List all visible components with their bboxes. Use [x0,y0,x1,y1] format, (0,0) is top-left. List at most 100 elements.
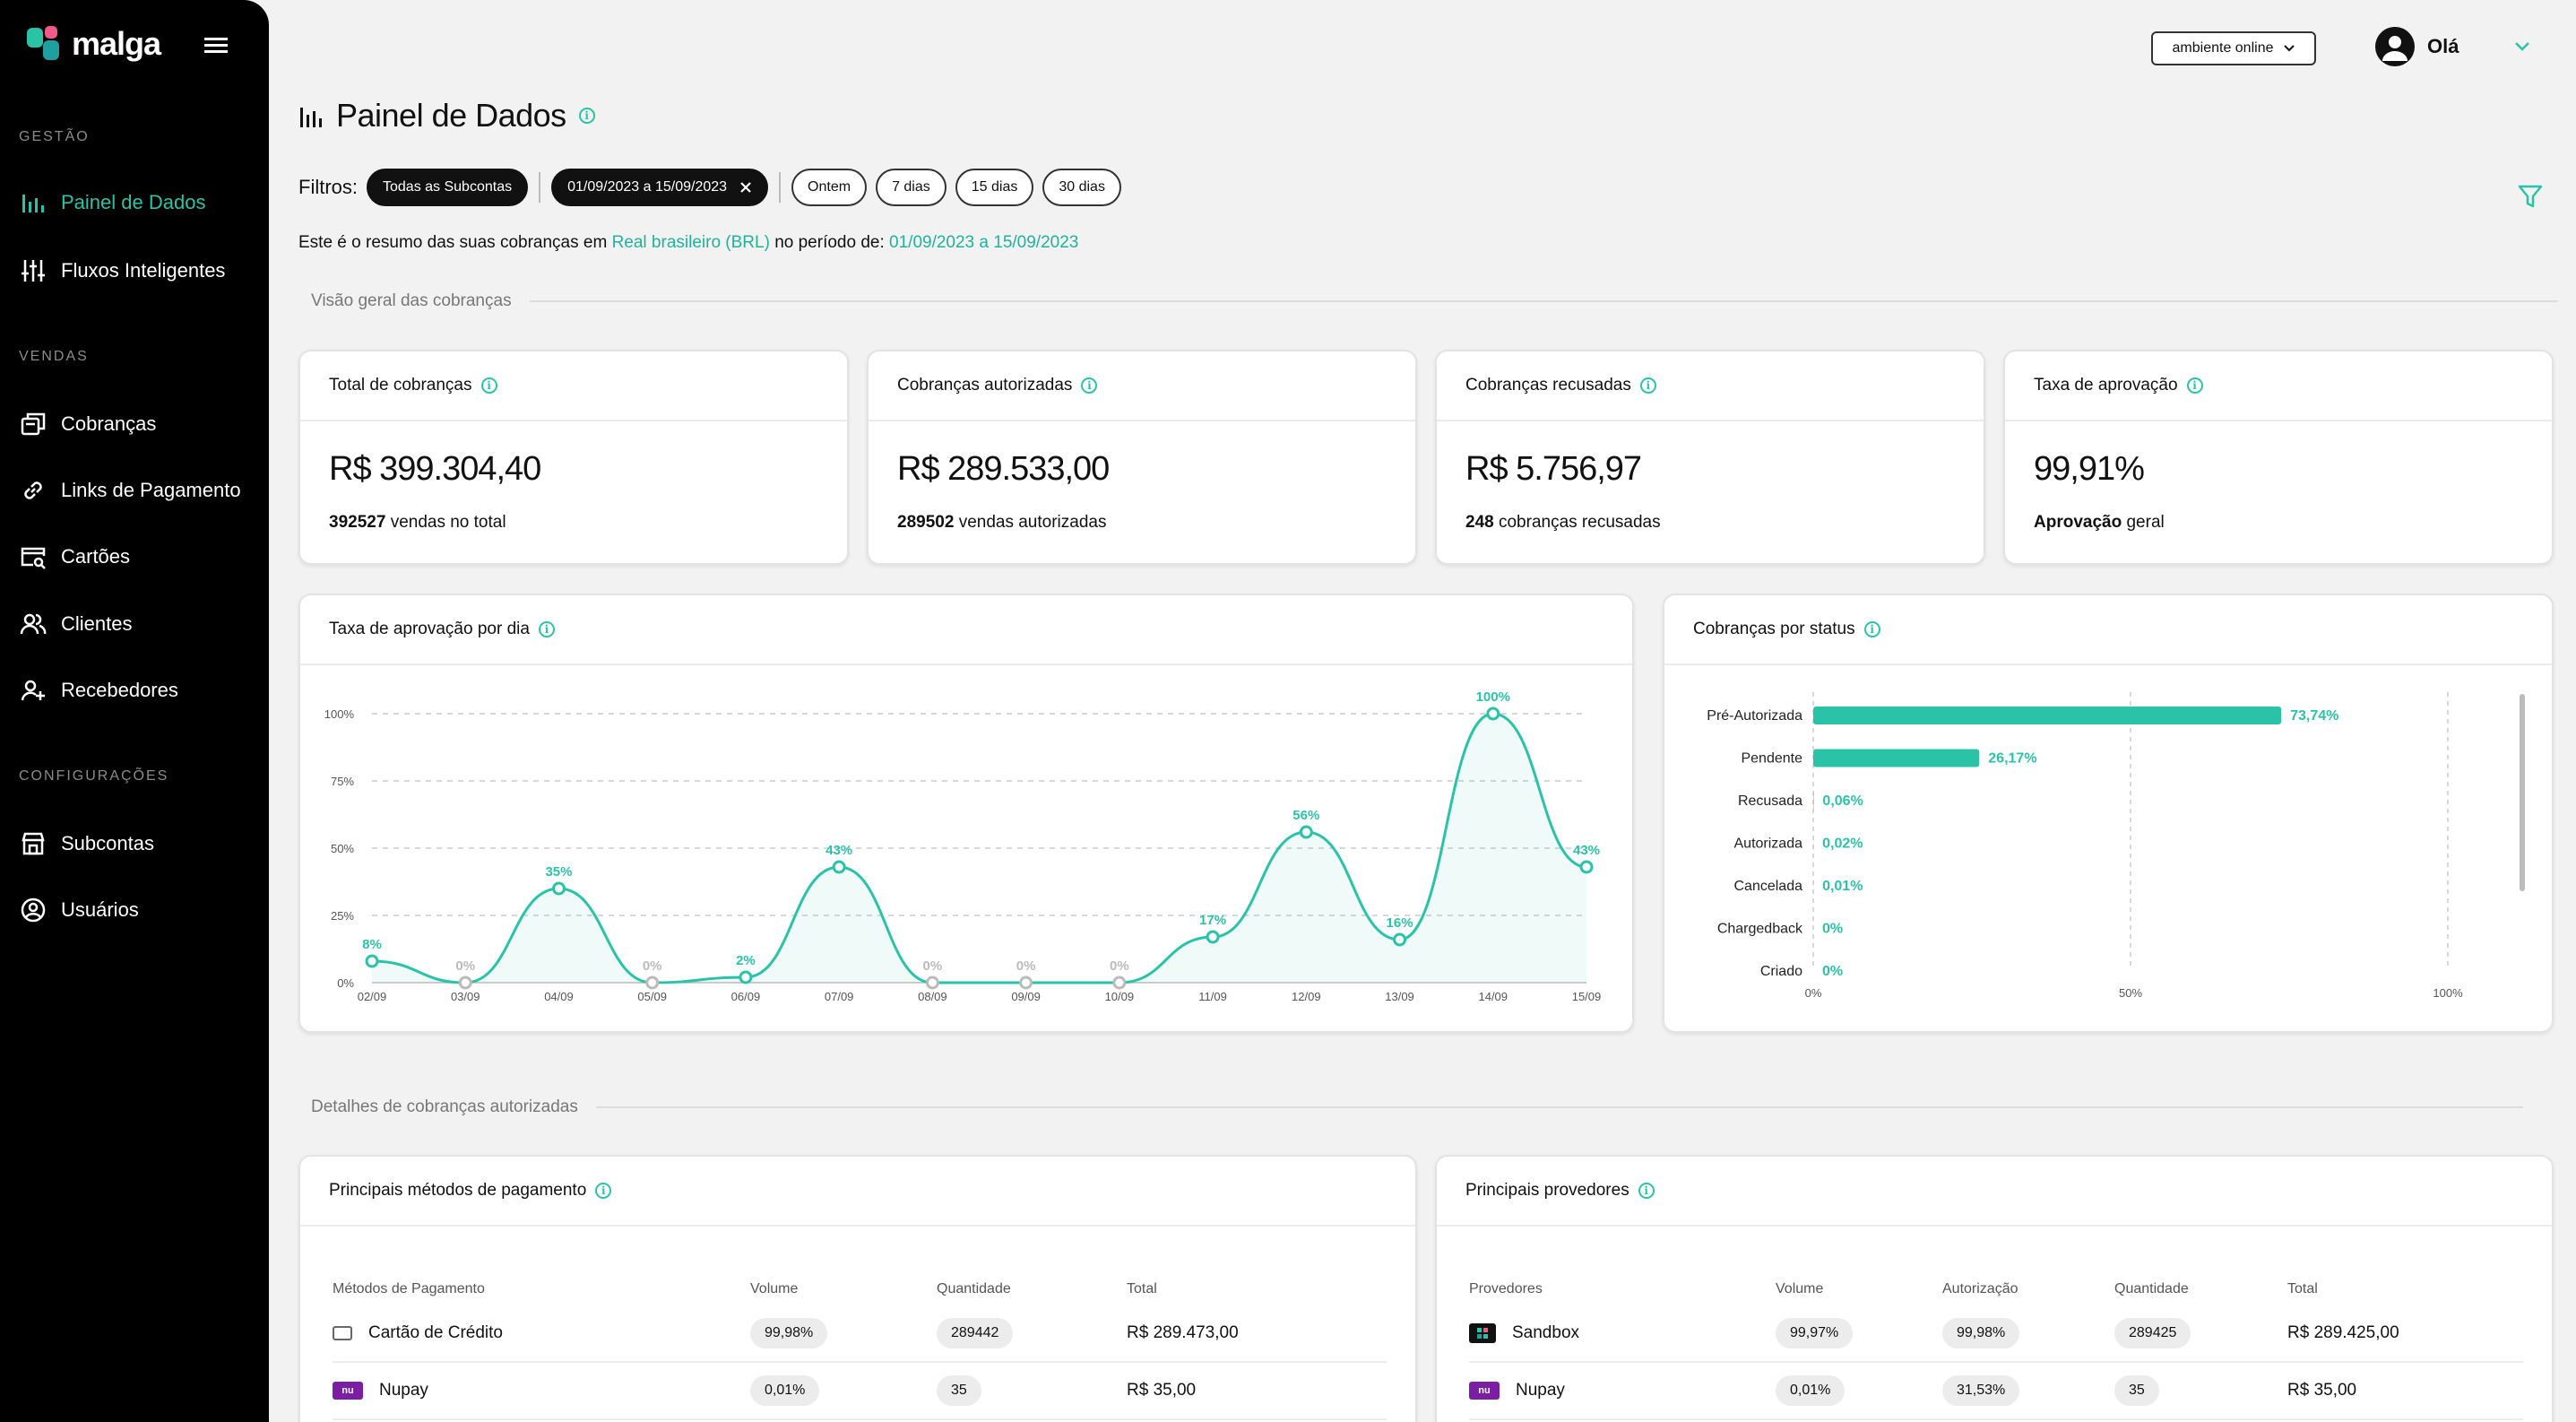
sidebar-item-subcontas[interactable]: Subcontas [20,828,154,860]
data-point [458,975,472,990]
sidebar: malga GESTÃO Painel de Dados Fluxos Inte… [0,0,269,1422]
column-header: Provedores [1469,1281,1543,1296]
y-tick-label: Pendente [1741,751,1802,767]
data-label: 17% [1199,913,1226,928]
data-label: 0% [1110,958,1129,974]
sidebar-item-links-de-pagamento[interactable]: Links de Pagamento [20,474,241,507]
kpi-card-total: Total de cobranças i R$ 399.304,40 392527… [298,350,849,565]
authorization-cell: 99,98% [1942,1318,2114,1348]
providers-card: Principais provedores i Provedores Volume… [1435,1155,2554,1422]
quick-filter-15-dias[interactable]: 15 dias [955,169,1034,206]
section-divider [595,1106,2523,1108]
quick-filter-ontem[interactable]: Ontem [791,169,868,206]
column-header: Volume [1776,1281,1824,1296]
sandbox-icon [1469,1323,1496,1343]
link-icon [24,481,42,499]
table-row[interactable]: Sandbox 99,97% 99,98% 289425 R$ 289.425,… [1469,1305,2523,1363]
quick-filter-7-dias[interactable]: 7 dias [876,169,947,206]
volume-pill: 0,01% [1776,1375,1846,1406]
info-icon[interactable]: i [1639,377,1656,394]
data-point [1112,975,1127,990]
sidebar-item-label: Cartões [61,545,131,568]
sidebar-item-fluxos-inteligentes[interactable]: Fluxos Inteligentes [20,255,225,287]
kpi-value: 99,91% [2034,450,2145,488]
filters-label: Filtros: [298,176,358,198]
info-icon[interactable]: i [1863,621,1880,637]
close-icon[interactable] [739,181,752,194]
info-icon[interactable]: i [2186,377,2203,394]
total-cell: R$ 289.425,00 [2287,1323,2399,1342]
chevron-down-icon [2284,45,2295,52]
store-icon [22,832,45,855]
kpi-card-refused: Cobranças recusadas i R$ 5.756,97 248 cob… [1435,350,1985,565]
nupay-icon: nu [333,1382,363,1400]
info-icon[interactable]: i [538,621,555,637]
data-label: 0% [923,958,943,974]
volume-pill: 99,97% [1776,1318,1854,1348]
sidebar-item-label: Usuários [61,898,139,921]
card-title: Taxa de aprovação [2034,376,2178,395]
data-label: 0,01% [1822,879,1863,894]
authorization-pill: 31,53% [1942,1375,2020,1406]
status-chart-card: Cobranças por status i 0% 50% 100% Pré-Autor… [1663,594,2554,1033]
credit-card-icon [333,1326,352,1340]
sidebar-item-painel-de-dados[interactable]: Painel de Dados [20,186,205,219]
y-tick-label: Pré-Autorizada [1707,708,1802,724]
authorization-cell: 31,53% [1942,1375,2114,1406]
info-icon[interactable]: i [480,377,497,394]
data-point [832,860,846,874]
volume-pill: 0,01% [750,1375,820,1406]
nupay-icon: nu [1469,1382,1500,1400]
greeting: Olá [2427,35,2459,57]
column-header: Quantidade [2114,1281,2189,1296]
scrollbar[interactable] [2520,694,2525,891]
sidebar-item-clientes[interactable]: Clientes [20,608,132,640]
filter-divider [779,172,782,203]
method-name: Cartão de Crédito [368,1323,503,1342]
y-tick-label: 0% [337,976,354,990]
user-menu[interactable]: Olá [2375,27,2530,66]
x-tick-label: 09/09 [1011,990,1041,1003]
sidebar-item-cartoes[interactable]: Cartões [20,541,130,573]
card-header: Cobranças autorizadas i [869,351,1415,421]
info-icon[interactable]: i [595,1183,612,1199]
table-row[interactable]: nu Nupay 0,01% 31,53% 35 R$ 35,00 [1469,1363,2523,1420]
date-range-chip[interactable]: 01/09/2023 a 15/09/2023 [551,169,769,206]
sidebar-item-cobrancas[interactable]: Cobranças [20,408,156,440]
data-label: 0% [1822,922,1843,937]
x-tick-label: 11/09 [1198,990,1227,1003]
quick-filter-30-dias[interactable]: 30 dias [1042,169,1121,206]
x-tick-label: 08/09 [918,990,947,1003]
data-label: 8% [362,937,382,952]
info-icon[interactable]: i [578,108,595,124]
filter-icon[interactable] [2517,183,2544,210]
section-title: Detalhes de cobranças autorizadas [311,1097,578,1116]
quantity-cell: 289425 [2114,1318,2287,1348]
subaccount-filter-chip[interactable]: Todas as Subcontas [367,169,529,206]
data-label: 43% [826,843,852,858]
info-icon[interactable]: i [1638,1183,1655,1199]
data-label: 0% [1016,958,1036,974]
filter-divider [539,172,541,203]
sidebar-item-usuarios[interactable]: Usuários [20,894,139,926]
sliders-icon [22,260,45,282]
section-title: Visão geral das cobranças [311,291,512,310]
hamburger-menu-icon[interactable] [203,34,229,56]
table-row[interactable]: Cartão de Crédito 99,98% 289442 R$ 289.4… [333,1305,1387,1363]
environment-select-value: ambiente online [2172,40,2274,56]
providers-table: Provedores Volume Autorização Quantidade… [1469,1273,2523,1420]
data-label: 0% [455,958,475,974]
table-row[interactable]: nu Nupay 0,01% 35 R$ 35,00 [333,1363,1387,1420]
info-icon[interactable]: i [1081,377,1098,394]
quantity-cell: 289442 [937,1318,1127,1348]
logo[interactable]: malga [27,25,161,63]
card-title: Principais provedores [1465,1181,1629,1200]
section-divider [529,300,2558,302]
sidebar-item-recebedores[interactable]: Recebedores [20,674,178,707]
sidebar-section-vendas: VENDAS [19,349,89,364]
data-point [925,975,939,990]
environment-select[interactable]: ambiente online [2151,31,2316,65]
card-header: Cobranças por status i [1664,595,2552,665]
volume-cell: 99,97% [1776,1318,1942,1348]
sidebar-item-label: Links de Pagamento [61,479,241,501]
